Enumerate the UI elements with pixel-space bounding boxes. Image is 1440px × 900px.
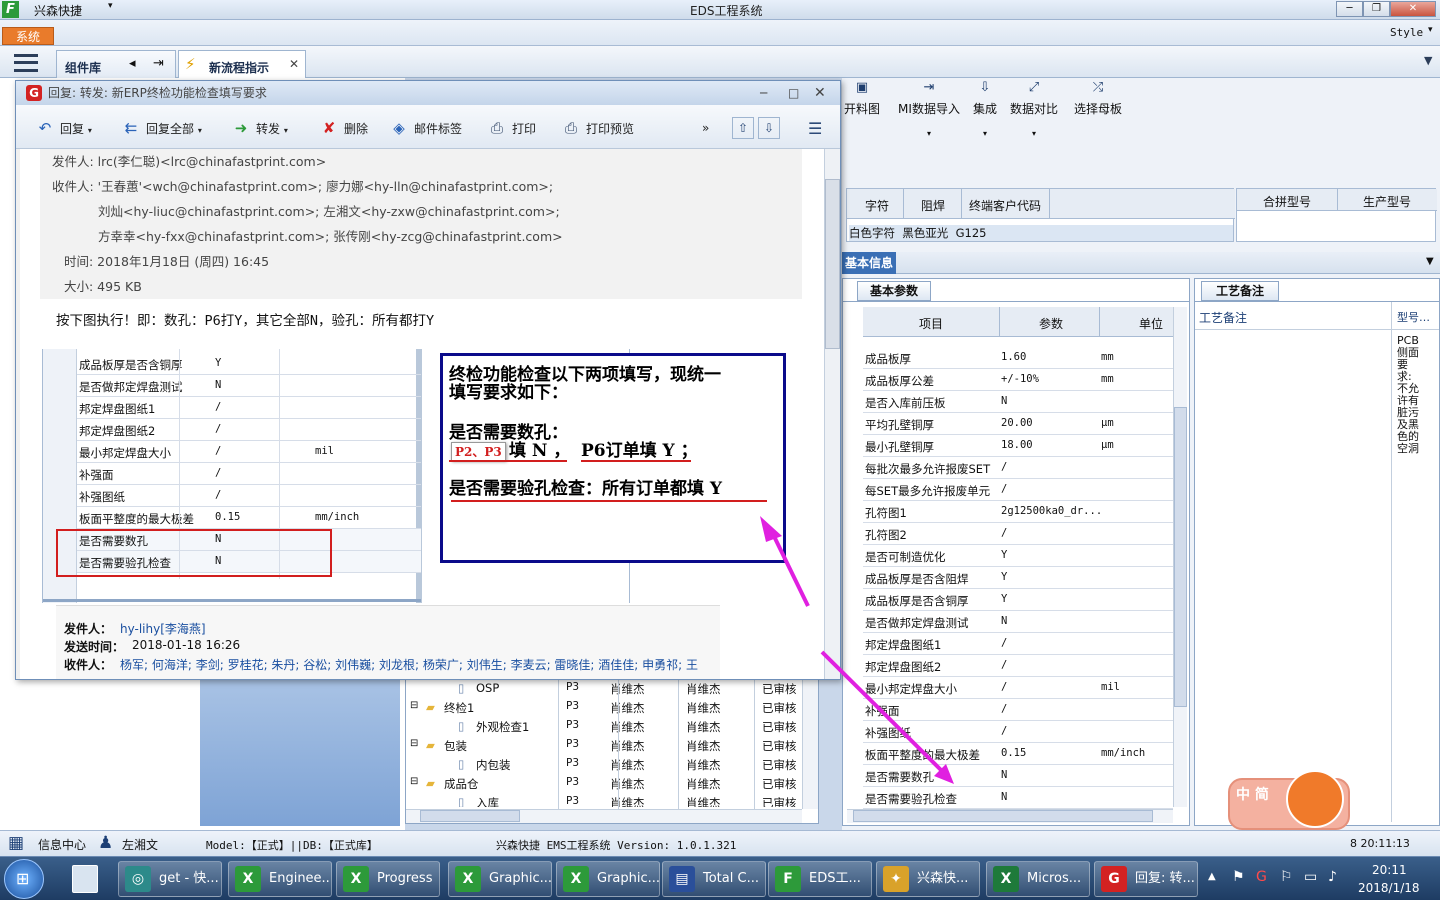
taskbar-item[interactable]: X Micros... — [986, 861, 1090, 897]
taskbar-app-icon: X — [993, 866, 1019, 892]
taskbar-item[interactable]: ✦ 兴森快... — [876, 861, 980, 897]
tray-monitor-icon[interactable]: ▭ — [1304, 869, 1317, 885]
ime-mode-text: 中 简 — [1236, 787, 1269, 803]
calculator-icon[interactable] — [72, 865, 98, 893]
taskbar-item-label: Total C... — [703, 871, 759, 886]
taskbar-app-icon: X — [455, 866, 481, 892]
taskbar-item[interactable]: X Graphic... — [448, 861, 552, 897]
tray-volume-icon[interactable]: ♪ — [1328, 869, 1337, 885]
taskbar-app-icon: F — [775, 866, 801, 892]
taskbar-app-icon: ◎ — [125, 866, 151, 892]
annotation-arrows — [760, 516, 954, 784]
arrow-up-head — [760, 516, 782, 542]
taskbar-app-icon: X — [235, 866, 261, 892]
taskbar-item[interactable]: X Enginee... — [228, 861, 332, 897]
taskbar-item[interactable]: G 回复: 转... — [1094, 861, 1198, 897]
status-clock: 8 20:11:13 — [1350, 837, 1410, 850]
tray-date[interactable]: 2018/1/18 — [1358, 881, 1420, 895]
taskbar: ⊞ ◎ get - 快... X Enginee... X Progress X Graphi… — [0, 856, 1440, 900]
tray-arrow-icon[interactable]: ▲ — [1208, 871, 1216, 882]
arrow-up-line — [768, 527, 810, 607]
taskbar-item-label: 回复: 转... — [1135, 871, 1195, 886]
current-user: 左湘文 — [122, 838, 159, 852]
taskbar-item-label: 兴森快... — [917, 871, 969, 886]
taskbar-item[interactable]: X Progress — [336, 861, 440, 897]
taskbar-app-icon: G — [1101, 866, 1127, 892]
taskbar-item-label: Micros... — [1027, 871, 1082, 886]
tray-network-icon[interactable]: ⚑ — [1232, 869, 1245, 885]
tray-app-icon[interactable]: G — [1256, 869, 1267, 885]
arrow-down-line — [820, 650, 947, 776]
ime-mascot[interactable]: 中 简 — [1228, 770, 1350, 830]
taskbar-item-label: Progress — [377, 871, 433, 886]
taskbar-app-icon: ✦ — [883, 866, 909, 892]
taskbar-app-icon: X — [343, 866, 369, 892]
taskbar-app-icon: X — [563, 866, 589, 892]
tray-time[interactable]: 20:11 — [1372, 863, 1407, 877]
grid-icon: ▦ — [8, 833, 25, 853]
taskbar-item[interactable]: ▤ Total C... — [662, 861, 766, 897]
taskbar-item[interactable]: F EDS工... — [768, 861, 872, 897]
model-db-status: Model:【正式】||DB:【正式库】 — [206, 839, 378, 852]
taskbar-app-icon: ▤ — [669, 866, 695, 892]
taskbar-item-label: Graphic... — [489, 871, 552, 886]
taskbar-item-label: get - 快... — [159, 871, 219, 886]
taskbar-item[interactable]: X Graphic... — [556, 861, 660, 897]
taskbar-item[interactable]: ◎ get - 快... — [118, 861, 222, 897]
tray-flag-icon[interactable]: ⚐ — [1280, 869, 1293, 885]
user-icon: ♟ — [98, 833, 114, 853]
taskbar-item-label: Graphic... — [597, 871, 660, 886]
message-center-link[interactable]: 信息中心 — [38, 836, 86, 853]
taskbar-item-label: Enginee... — [269, 871, 332, 886]
taskbar-item-label: EDS工... — [809, 871, 861, 886]
fox-icon — [1286, 770, 1344, 828]
status-bar: ▦ 信息中心 ♟ 左湘文 Model:【正式】||DB:【正式库】 兴森快捷 E… — [0, 830, 1440, 856]
start-button[interactable]: ⊞ — [4, 859, 44, 899]
system-version: 兴森快捷 EMS工程系统 Version: 1.0.1.321 — [496, 839, 737, 852]
